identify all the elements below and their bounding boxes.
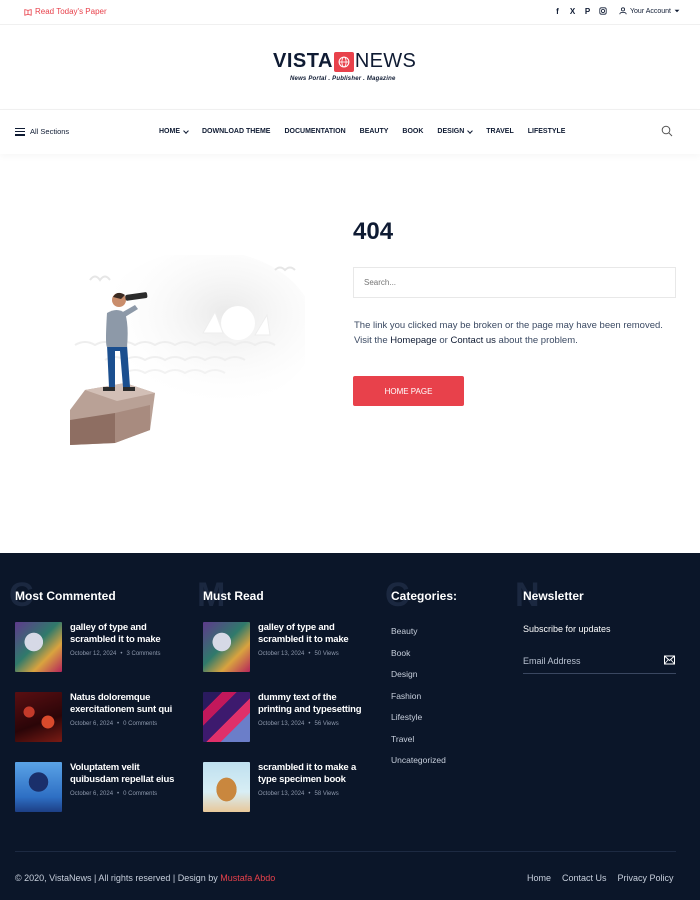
post-title[interactable]: Natus doloremque exercitationem sunt qui bbox=[70, 692, 185, 716]
all-sections-label: All Sections bbox=[30, 127, 70, 136]
category-link[interactable]: Lifestyle bbox=[391, 713, 446, 722]
category-link[interactable]: Book bbox=[391, 648, 446, 658]
error-message: The link you clicked may be broken or th… bbox=[354, 320, 663, 346]
nav-item-home[interactable]: HOME bbox=[159, 127, 189, 135]
category-link[interactable]: Fashion bbox=[391, 691, 446, 701]
post-meta: October 13, 2024 • 56 Views bbox=[258, 721, 339, 727]
subscribe-label: Subscribe for updates bbox=[523, 624, 611, 634]
site-logo[interactable]: VISTA NEWS bbox=[273, 50, 416, 73]
category-list: Beauty Book Design Fashion Lifestyle Tra… bbox=[391, 627, 446, 765]
footer-links: Home Contact Us Privacy Policy bbox=[527, 873, 674, 883]
designer-link[interactable]: Mustafa Abdo bbox=[220, 873, 275, 883]
nav-item-lifestyle[interactable]: LIFESTYLE bbox=[528, 128, 566, 135]
list-item[interactable]: galley of type and scrambled it to make … bbox=[15, 622, 185, 672]
footer-link-privacy[interactable]: Privacy Policy bbox=[618, 873, 674, 883]
post-thumbnail[interactable] bbox=[203, 762, 250, 812]
nav-item-travel[interactable]: TRAVEL bbox=[486, 128, 513, 135]
footer-link-contact[interactable]: Contact Us bbox=[562, 873, 607, 883]
post-thumbnail[interactable] bbox=[203, 692, 250, 742]
contact-link[interactable]: Contact us bbox=[450, 335, 495, 346]
read-paper-link[interactable]: Read Today's Paper bbox=[24, 7, 107, 16]
post-thumbnail[interactable] bbox=[15, 622, 62, 672]
newsletter-title: Newsletter bbox=[523, 589, 584, 603]
footer-link-home[interactable]: Home bbox=[527, 873, 551, 883]
pinterest-icon[interactable]: P bbox=[583, 6, 592, 16]
logo-news: NEWS bbox=[354, 50, 417, 72]
category-link[interactable]: Design bbox=[391, 670, 446, 679]
post-title[interactable]: galley of type and scrambled it to make bbox=[70, 622, 185, 646]
list-item[interactable]: Voluptatem velit quibusdam repellat eius… bbox=[15, 762, 185, 812]
error-code: 404 bbox=[353, 218, 394, 245]
nav-item-documentation[interactable]: DOCUMENTATION bbox=[284, 128, 345, 135]
social-links: f X P bbox=[553, 6, 607, 16]
post-meta: October 13, 2024 • 58 Views bbox=[258, 791, 339, 797]
post-meta: October 6, 2024 • 0 Comments bbox=[70, 791, 158, 797]
post-title[interactable]: Voluptatem velit quibusdam repellat eius bbox=[70, 762, 185, 786]
homepage-link[interactable]: Homepage bbox=[390, 335, 436, 346]
home-page-button[interactable]: HOME PAGE bbox=[353, 376, 464, 406]
facebook-icon[interactable]: f bbox=[553, 6, 562, 16]
chevron-down-icon bbox=[467, 127, 474, 134]
search-icon[interactable] bbox=[661, 125, 673, 137]
book-icon bbox=[24, 8, 32, 16]
most-commented-title: Most Commented bbox=[15, 589, 116, 603]
logo-tagline: News Portal . Publisher . Magazine bbox=[290, 76, 396, 82]
nav-item-download-theme[interactable]: DOWNLOAD THEME bbox=[202, 128, 270, 135]
post-thumbnail[interactable] bbox=[15, 692, 62, 742]
account-menu[interactable]: Your Account bbox=[619, 7, 680, 15]
nav-item-beauty[interactable]: BEAUTY bbox=[360, 128, 389, 135]
instagram-icon[interactable] bbox=[598, 6, 607, 16]
read-paper-label: Read Today's Paper bbox=[35, 7, 107, 16]
copyright: © 2020, VistaNews | All rights reserved … bbox=[15, 873, 276, 883]
nav-item-design[interactable]: DESIGN bbox=[437, 127, 474, 135]
category-link[interactable]: Uncategorized bbox=[391, 756, 446, 765]
account-label: Your Account bbox=[630, 7, 671, 15]
post-meta: October 6, 2024 • 0 Comments bbox=[70, 721, 158, 727]
post-title[interactable]: dummy text of the printing and typesetti… bbox=[258, 692, 363, 716]
post-title[interactable]: galley of type and scrambled it to make bbox=[258, 622, 363, 646]
must-read-title: Must Read bbox=[203, 589, 264, 603]
logo-vista: VISTA bbox=[273, 50, 333, 72]
category-link[interactable]: Travel bbox=[391, 734, 446, 744]
main-nav: All Sections HOME DOWNLOAD THEME DOCUMEN… bbox=[0, 109, 700, 154]
email-field[interactable] bbox=[523, 648, 676, 674]
all-sections-button[interactable]: All Sections bbox=[15, 127, 69, 136]
lost-traveler-illustration bbox=[70, 255, 305, 445]
chevron-down-icon bbox=[183, 127, 189, 134]
list-item[interactable]: dummy text of the printing and typesetti… bbox=[203, 692, 363, 742]
list-item[interactable]: galley of type and scrambled it to make … bbox=[203, 622, 363, 672]
mail-icon[interactable] bbox=[664, 655, 675, 665]
category-link[interactable]: Beauty bbox=[391, 627, 446, 636]
nav-menu: HOME DOWNLOAD THEME DOCUMENTATION BEAUTY… bbox=[159, 127, 566, 135]
list-item[interactable]: scrambled it to make a type specimen boo… bbox=[203, 762, 363, 812]
post-title[interactable]: scrambled it to make a type specimen boo… bbox=[258, 762, 363, 786]
list-item[interactable]: Natus doloremque exercitationem sunt qui… bbox=[15, 692, 185, 742]
globe-icon bbox=[333, 51, 354, 72]
hamburger-icon bbox=[15, 127, 25, 136]
top-bar: Read Today's Paper f X P Your Account bbox=[0, 0, 700, 25]
nav-item-book[interactable]: BOOK bbox=[402, 128, 423, 135]
search-input[interactable] bbox=[353, 267, 676, 298]
footer-divider bbox=[15, 851, 676, 852]
post-thumbnail[interactable] bbox=[203, 622, 250, 672]
user-icon bbox=[619, 7, 627, 15]
post-meta: October 13, 2024 • 50 Views bbox=[258, 651, 339, 657]
chevron-down-icon bbox=[674, 9, 680, 13]
post-thumbnail[interactable] bbox=[15, 762, 62, 812]
post-meta: October 12, 2024 • 3 Comments bbox=[70, 651, 161, 657]
x-icon[interactable]: X bbox=[568, 6, 577, 16]
categories-title: Categories: bbox=[391, 589, 458, 603]
